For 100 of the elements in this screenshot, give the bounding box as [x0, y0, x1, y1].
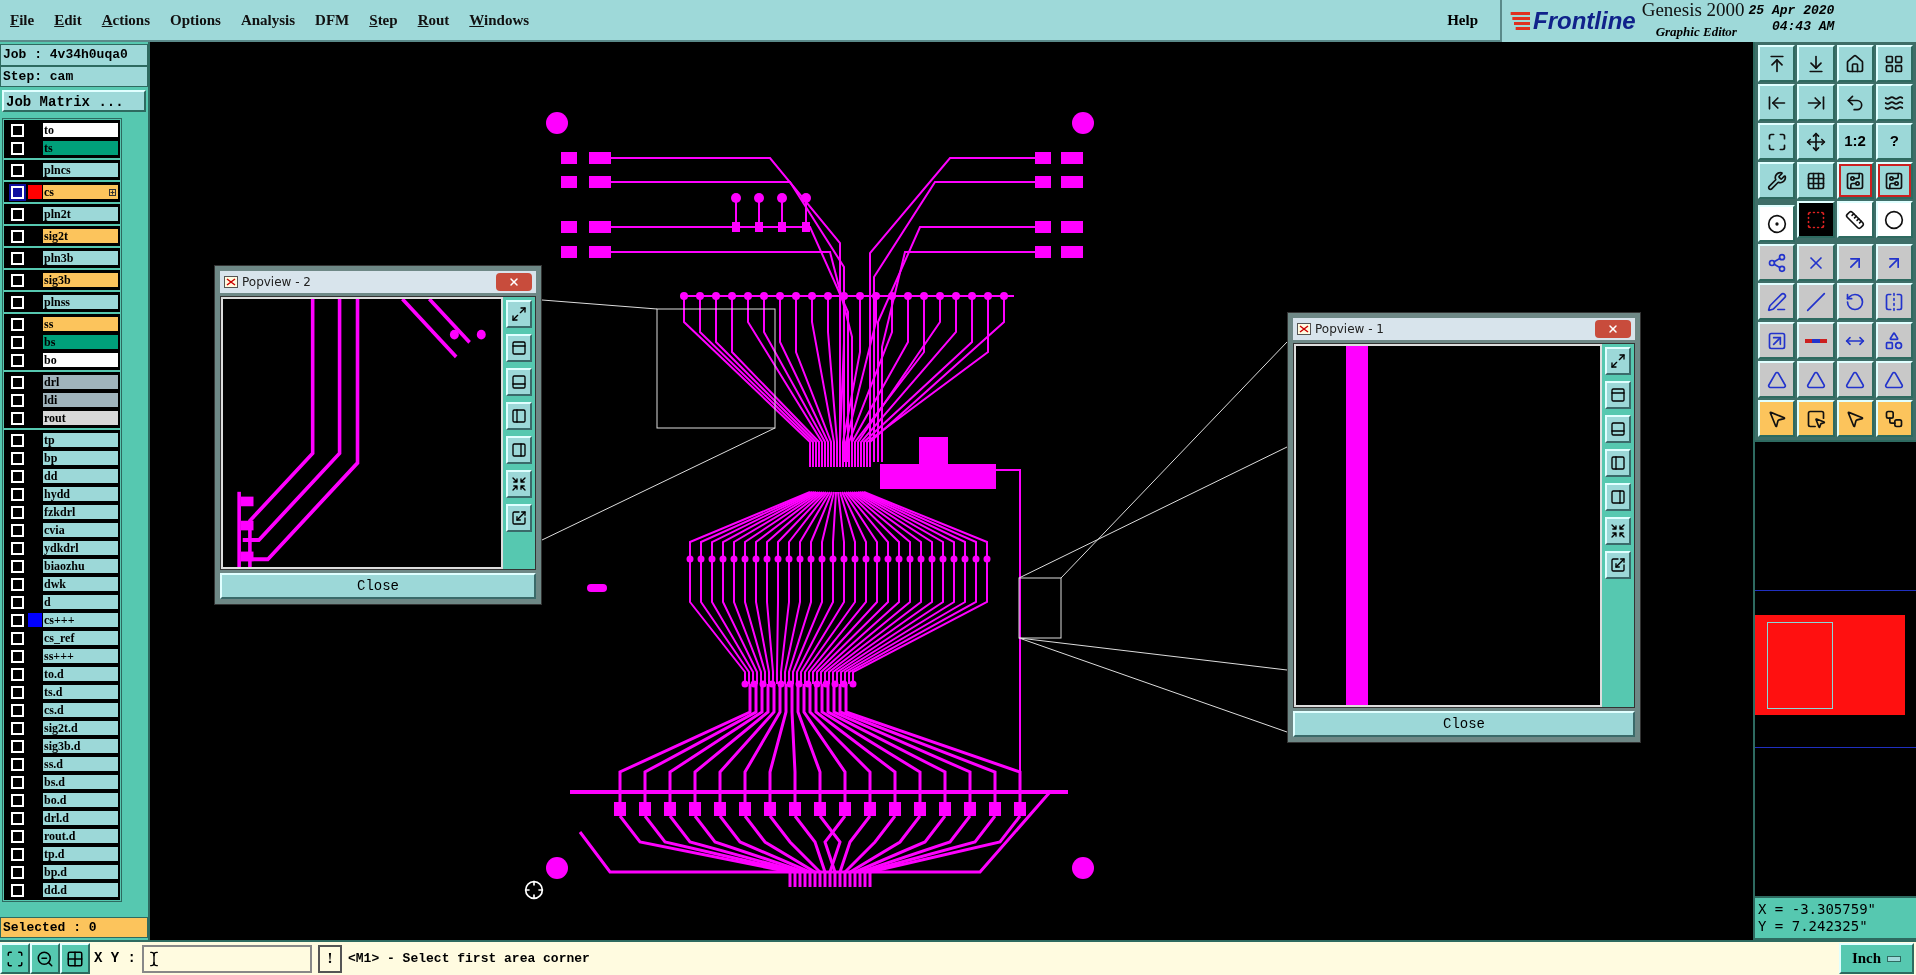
- tool-button[interactable]: [1797, 45, 1835, 82]
- layer-checkbox[interactable]: [10, 487, 24, 501]
- tool-button[interactable]: [1875, 244, 1913, 281]
- layer-checkbox[interactable]: [10, 207, 24, 221]
- layer-checkbox[interactable]: [10, 295, 24, 309]
- layer-name[interactable]: ss: [43, 317, 118, 331]
- view-tool-button[interactable]: [506, 436, 532, 464]
- tool-button[interactable]: [1875, 361, 1913, 398]
- layer-name[interactable]: bs.d: [43, 775, 118, 789]
- tool-button[interactable]: [1875, 201, 1913, 238]
- tool-button[interactable]: [1758, 400, 1796, 437]
- tool-button[interactable]: [1836, 84, 1874, 121]
- close-button[interactable]: [496, 273, 532, 291]
- tool-button[interactable]: [1836, 45, 1874, 82]
- view-tool-button[interactable]: [506, 300, 532, 328]
- tool-button[interactable]: [1758, 205, 1796, 242]
- layer-checkbox[interactable]: [10, 123, 24, 137]
- view-tool-button[interactable]: [506, 368, 532, 396]
- layer-name[interactable]: ldi: [43, 393, 118, 407]
- layer-checkbox[interactable]: [10, 273, 24, 287]
- layer-name[interactable]: ts.d: [43, 685, 118, 699]
- layer-checkbox[interactable]: [10, 433, 24, 447]
- layer-checkbox[interactable]: [10, 613, 24, 627]
- layer-checkbox[interactable]: [10, 523, 24, 537]
- layer-checkbox[interactable]: [10, 595, 24, 609]
- menu-item[interactable]: Actions: [101, 8, 151, 32]
- layer-checkbox[interactable]: [10, 865, 24, 879]
- layer-name[interactable]: tp.d: [43, 847, 118, 861]
- layer-name[interactable]: ts: [43, 141, 118, 155]
- layer-checkbox[interactable]: [10, 667, 24, 681]
- layer-name[interactable]: cvia: [43, 523, 118, 537]
- layer-checkbox[interactable]: [10, 559, 24, 573]
- view-tool-button[interactable]: [1605, 483, 1631, 511]
- layer-checkbox[interactable]: [10, 335, 24, 349]
- close-button[interactable]: Close: [220, 573, 536, 599]
- tool-button[interactable]: [1797, 322, 1835, 359]
- layer-checkbox[interactable]: [10, 883, 24, 897]
- tool-button[interactable]: [1758, 361, 1796, 398]
- menu-item[interactable]: Windows: [469, 8, 530, 32]
- tool-button[interactable]: [1758, 283, 1796, 320]
- tool-button[interactable]: [30, 943, 60, 974]
- menu-item[interactable]: Step: [369, 8, 398, 32]
- menu-item[interactable]: Edit: [54, 8, 82, 32]
- layer-checkbox[interactable]: [10, 793, 24, 807]
- menu-item[interactable]: DFM: [315, 8, 350, 32]
- tool-button[interactable]: [1836, 201, 1874, 238]
- layer-checkbox[interactable]: [10, 251, 24, 265]
- tool-button[interactable]: [1758, 84, 1796, 121]
- layer-checkbox[interactable]: [10, 353, 24, 367]
- layer-name[interactable]: bs: [43, 335, 118, 349]
- layer-name[interactable]: sig2t.d: [43, 721, 118, 735]
- layer-name[interactable]: bo: [43, 353, 118, 367]
- layer-name[interactable]: ss+++: [43, 649, 118, 663]
- layer-checkbox[interactable]: [10, 229, 24, 243]
- layer-checkbox[interactable]: [10, 829, 24, 843]
- layer-checkbox[interactable]: [10, 541, 24, 555]
- tool-button[interactable]: [1875, 400, 1913, 437]
- layer-name[interactable]: cs.d: [43, 703, 118, 717]
- tool-button[interactable]: [1836, 244, 1874, 281]
- layer-name[interactable]: plnss: [43, 295, 118, 309]
- layer-checkbox[interactable]: [10, 721, 24, 735]
- layer-name[interactable]: bp.d: [43, 865, 118, 879]
- tool-button[interactable]: [1836, 322, 1874, 359]
- layer-name[interactable]: dd.d: [43, 883, 118, 897]
- tool-button[interactable]: [1836, 162, 1874, 199]
- layer-name[interactable]: hydd: [43, 487, 118, 501]
- layer-name[interactable]: rout: [43, 411, 118, 425]
- bang-button[interactable]: !: [318, 944, 342, 973]
- menu-item[interactable]: Analysis: [240, 8, 296, 32]
- tool-button[interactable]: [1797, 201, 1835, 238]
- layer-name[interactable]: dwk: [43, 577, 118, 591]
- close-button[interactable]: Close: [1293, 711, 1635, 737]
- tool-button[interactable]: [1875, 84, 1913, 121]
- layer-name[interactable]: rout.d: [43, 829, 118, 843]
- layer-name[interactable]: cs: [43, 185, 118, 199]
- layer-checkbox[interactable]: [10, 739, 24, 753]
- view-tool-button[interactable]: [506, 470, 532, 498]
- layer-checkbox[interactable]: [10, 703, 24, 717]
- view-tool-button[interactable]: [1605, 449, 1631, 477]
- tool-button[interactable]: [1836, 400, 1874, 437]
- tool-button[interactable]: [1797, 361, 1835, 398]
- layer-name[interactable]: biaozhu: [43, 559, 118, 573]
- close-button[interactable]: [1595, 320, 1631, 338]
- layer-checkbox[interactable]: [10, 185, 24, 199]
- tool-button[interactable]: [1836, 361, 1874, 398]
- menu-item[interactable]: File: [10, 8, 35, 32]
- layer-checkbox[interactable]: [10, 393, 24, 407]
- coordinate-input[interactable]: [142, 944, 312, 973]
- job-matrix-button[interactable]: Job Matrix ...: [2, 90, 146, 112]
- layer-name[interactable]: sig3b.d: [43, 739, 118, 753]
- tool-button[interactable]: [1758, 162, 1796, 199]
- layer-name[interactable]: plncs: [43, 163, 118, 177]
- tool-button[interactable]: [1758, 322, 1796, 359]
- layer-checkbox[interactable]: [10, 451, 24, 465]
- layer-checkbox[interactable]: [10, 685, 24, 699]
- layer-name[interactable]: drl: [43, 375, 118, 389]
- layer-checkbox[interactable]: [10, 847, 24, 861]
- view-tool-button[interactable]: [1605, 347, 1631, 375]
- layer-checkbox[interactable]: [10, 577, 24, 591]
- layer-checkbox[interactable]: [10, 469, 24, 483]
